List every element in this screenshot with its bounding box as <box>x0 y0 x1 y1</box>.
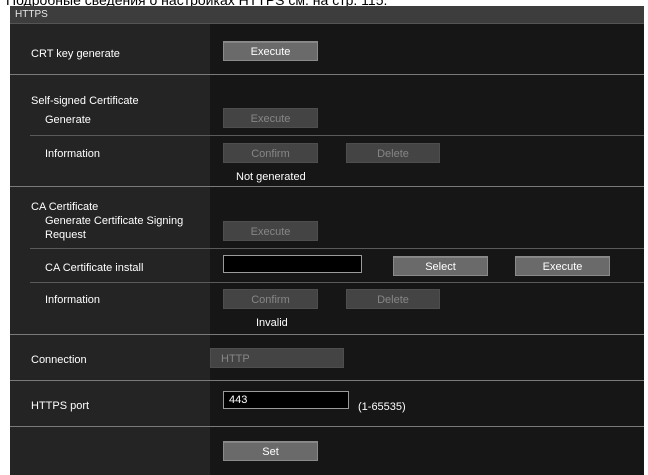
divider <box>30 282 644 283</box>
self-signed-certificate-label: Self-signed Certificate <box>31 95 139 107</box>
panel-title: HTTPS <box>15 9 48 20</box>
divider <box>30 248 644 249</box>
ca-certificate-install-label: CA Certificate install <box>45 262 144 274</box>
ca-certificate-label: CA Certificate <box>31 201 99 213</box>
generate-csr-label: Generate Certificate Signing Request <box>45 215 184 241</box>
self-signed-information-label: Information <box>45 148 101 160</box>
self-signed-confirm-button[interactable]: Confirm <box>223 143 318 163</box>
set-button[interactable]: Set <box>223 441 318 461</box>
divider <box>10 426 644 427</box>
panel-header: HTTPS <box>10 6 644 24</box>
ca-certificate-select-button[interactable]: Select <box>393 256 488 276</box>
ca-certificate-install-execute-button[interactable]: Execute <box>515 256 610 276</box>
ca-delete-button[interactable]: Delete <box>346 289 440 309</box>
ca-status-text: Invalid <box>256 317 288 329</box>
connection-select[interactable]: HTTP <box>210 348 344 368</box>
https-port-label: HTTPS port <box>31 400 90 412</box>
self-signed-status-text: Not generated <box>236 171 306 183</box>
divider <box>10 380 644 381</box>
divider <box>10 74 644 75</box>
crt-key-generate-execute-button[interactable]: Execute <box>223 41 318 61</box>
https-port-input[interactable]: 443 <box>223 391 349 409</box>
generate-csr-execute-button[interactable]: Execute <box>223 221 318 241</box>
self-signed-delete-button[interactable]: Delete <box>346 143 440 163</box>
https-port-range-text: (1-65535) <box>358 401 406 413</box>
divider <box>10 186 644 187</box>
ca-information-label: Information <box>45 294 101 306</box>
crt-key-generate-label: CRT key generate <box>31 48 120 60</box>
ca-certificate-file-input[interactable] <box>223 255 362 273</box>
self-signed-generate-execute-button[interactable]: Execute <box>223 108 318 128</box>
ca-confirm-button[interactable]: Confirm <box>223 289 318 309</box>
self-signed-generate-label: Generate <box>45 114 91 126</box>
divider <box>30 135 644 136</box>
divider <box>10 334 644 335</box>
connection-label: Connection <box>31 354 87 366</box>
